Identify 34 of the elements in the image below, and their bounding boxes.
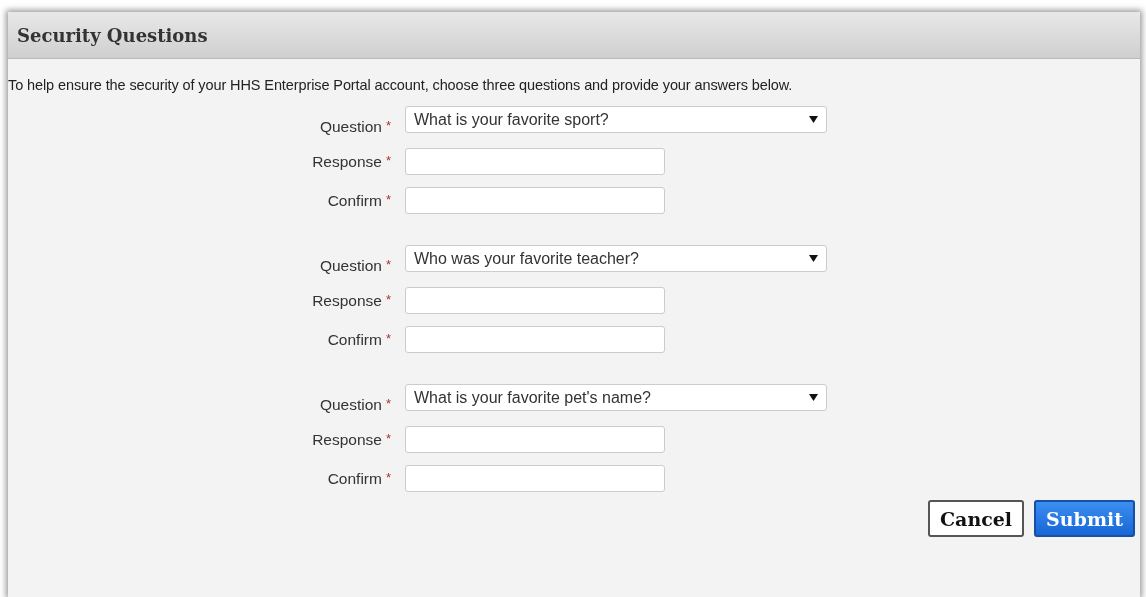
required-mark: * [385, 396, 391, 413]
required-mark: * [385, 152, 391, 170]
required-mark: * [385, 330, 391, 348]
response-input[interactable] [405, 148, 665, 175]
submit-button[interactable]: Submit [1034, 500, 1135, 537]
dropdown-caret-icon [809, 255, 818, 262]
required-mark: * [385, 257, 391, 274]
question-dropdown[interactable]: What is your favorite sport? [405, 106, 827, 133]
required-mark: * [385, 291, 391, 309]
required-mark: * [385, 469, 391, 487]
field-label: Response [312, 291, 382, 310]
confirm-input[interactable] [405, 465, 665, 492]
response-input[interactable] [405, 287, 665, 314]
required-mark: * [385, 118, 391, 135]
response-input[interactable] [405, 426, 665, 453]
question-dropdown[interactable]: What is your favorite pet's name? [405, 384, 827, 411]
dropdown-caret-icon [809, 394, 818, 401]
required-mark: * [385, 191, 391, 209]
panel-title: Security Questions [17, 24, 208, 46]
field-label: Question [319, 118, 382, 136]
field-label: Question [319, 257, 382, 275]
field-label: Confirm [327, 330, 382, 349]
confirm-input[interactable] [405, 187, 665, 214]
required-mark: * [385, 430, 391, 448]
field-label: Question [319, 396, 382, 414]
field-label: Response [312, 430, 382, 449]
intro-text: To help ensure the security of your HHS Enterprise Portal account, choose three questions and provide your answers below. [8, 77, 794, 93]
dropdown-caret-icon [809, 116, 818, 123]
cancel-button[interactable]: Cancel [927, 500, 1025, 537]
field-label: Response [312, 152, 382, 171]
confirm-input[interactable] [405, 326, 665, 353]
question-dropdown[interactable]: Who was your favorite teacher? [405, 245, 827, 272]
field-label: Confirm [327, 469, 382, 488]
field-label: Confirm [327, 191, 382, 210]
